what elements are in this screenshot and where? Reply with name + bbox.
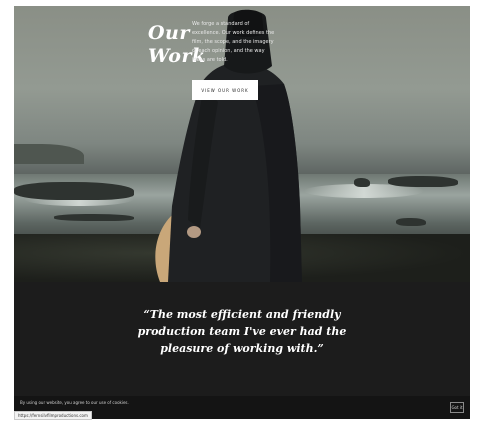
cookie-accept-button[interactable]: Got it bbox=[450, 402, 464, 413]
hero-description: We forge a standard of excellence. Our w… bbox=[192, 21, 275, 63]
hero-section: Our Work We forge a standard of excellen… bbox=[14, 6, 470, 282]
rock bbox=[388, 176, 458, 187]
status-bar-url: https://fernsilvfilmproductions.com bbox=[14, 411, 92, 420]
page: Our Work We forge a standard of excellen… bbox=[14, 6, 470, 419]
rock bbox=[54, 214, 134, 221]
rock bbox=[354, 178, 370, 187]
view-work-button[interactable]: VIEW OUR WORK bbox=[192, 80, 258, 100]
rock bbox=[14, 182, 134, 200]
headland bbox=[14, 144, 84, 164]
rock bbox=[396, 218, 426, 226]
cookie-notice-text: By using our website, you agree to our u… bbox=[20, 400, 129, 405]
testimonial-section: “The most efficient and friendly product… bbox=[14, 282, 470, 396]
testimonial-quote: “The most efficient and friendly product… bbox=[137, 308, 347, 355]
